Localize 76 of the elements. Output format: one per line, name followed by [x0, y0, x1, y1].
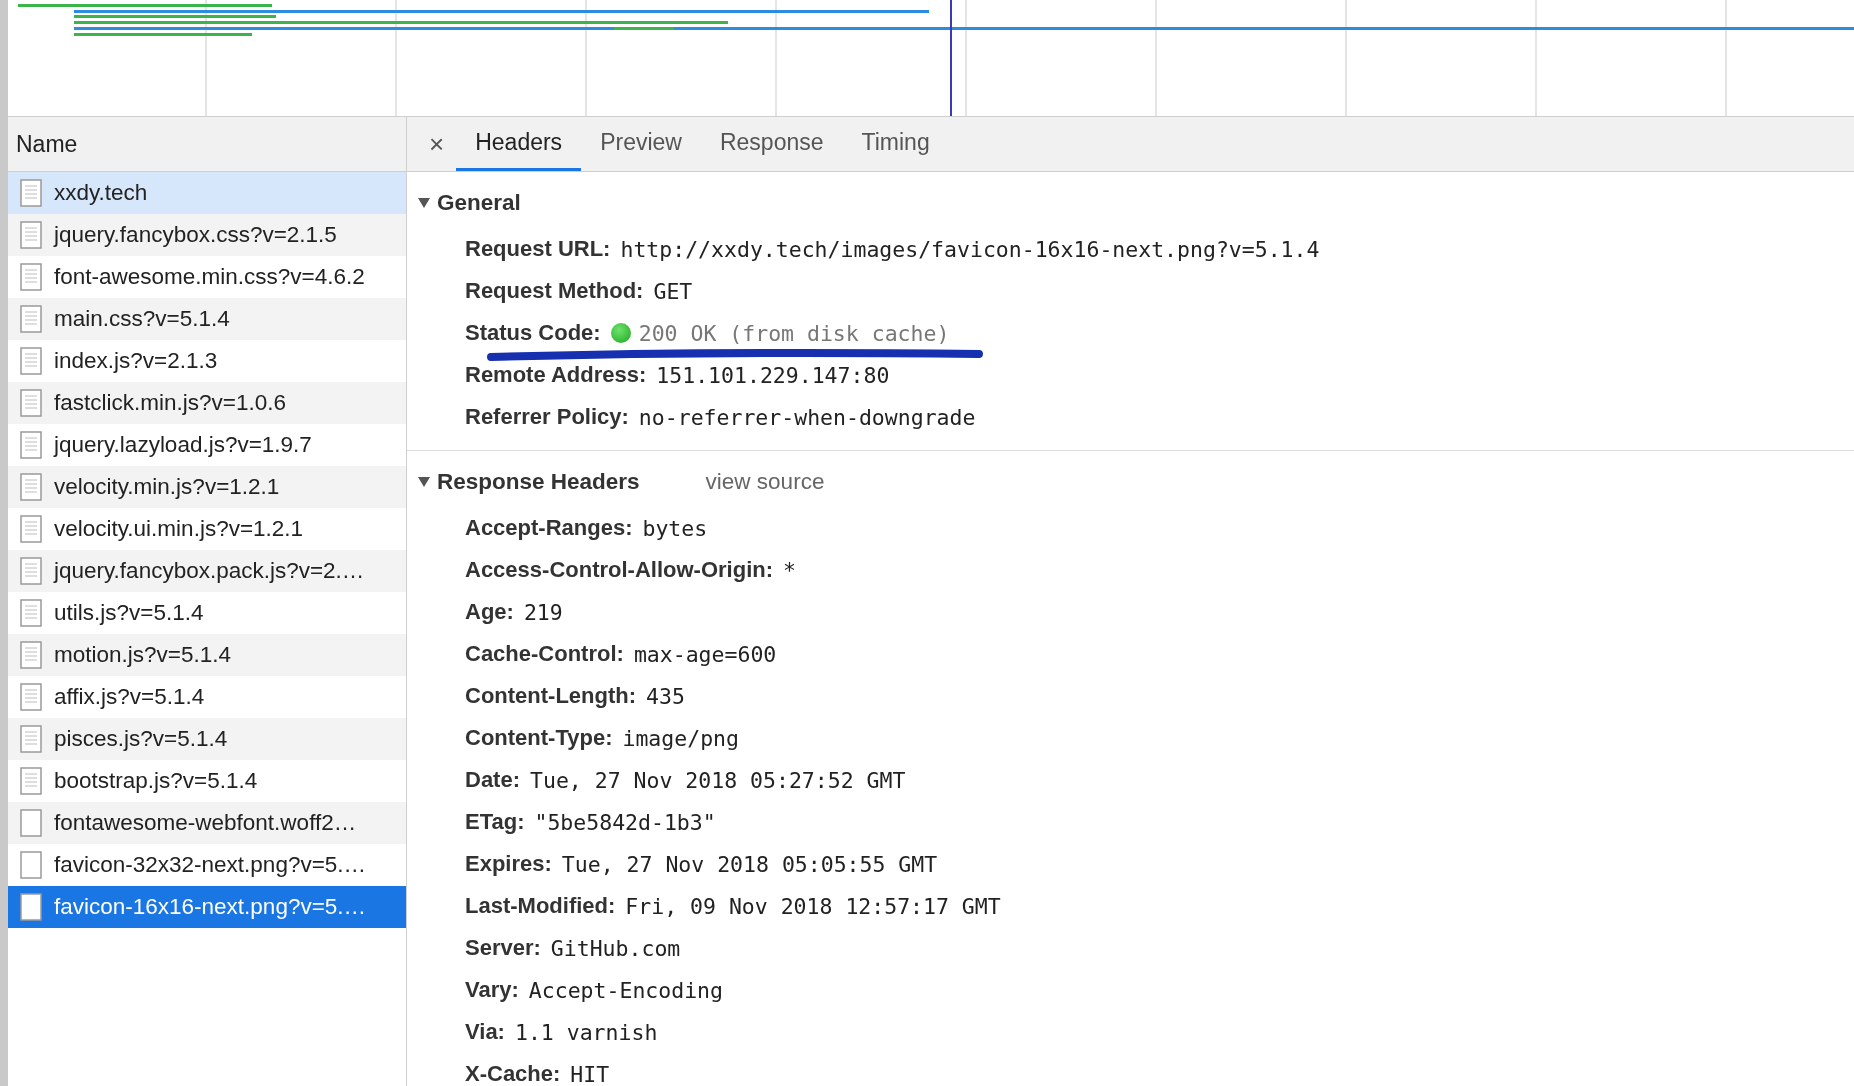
header-value: bytes [642, 515, 708, 541]
header-value: Accept-Encoding [528, 977, 723, 1003]
header-value: max-age=600 [633, 641, 777, 667]
header-value: image/png [622, 725, 739, 751]
column-header[interactable]: Name [8, 117, 406, 172]
close-button[interactable]: × [417, 117, 457, 171]
status-dot-icon [610, 323, 631, 343]
tab[interactable]: Timing [842, 117, 949, 171]
request-row[interactable]: main.css?v=5.1.4 [8, 298, 406, 340]
header-name: Date: [465, 767, 520, 793]
document-icon [20, 179, 42, 207]
header-name: Request Method: [465, 278, 644, 304]
header-name: X-Cache: [465, 1061, 561, 1086]
file-icon [20, 809, 42, 837]
request-row[interactable]: fastclick.min.js?v=1.0.6 [8, 382, 406, 424]
request-row[interactable]: motion.js?v=5.1.4 [8, 634, 406, 676]
header-value: 200 OK (from disk cache) [638, 320, 950, 346]
header-value: GitHub.com [550, 935, 681, 961]
request-row[interactable]: favicon-16x16-next.png?v=5.… [8, 886, 406, 928]
view-source-link[interactable]: view source [705, 469, 825, 495]
header-name: Request URL: [465, 236, 611, 262]
section-title[interactable]: Response Headers [437, 469, 640, 495]
request-row[interactable]: xxdy.tech [8, 172, 406, 214]
header-name: ETag: [465, 809, 525, 835]
header-name: Content-Length: [465, 683, 637, 709]
header-name: Expires: [465, 851, 552, 877]
header-value: 435 [646, 683, 685, 709]
document-icon [20, 641, 42, 669]
request-row[interactable]: jquery.fancybox.pack.js?v=2.… [8, 550, 406, 592]
document-icon [20, 557, 42, 585]
header-name: Via: [465, 1019, 505, 1045]
document-icon [20, 221, 42, 249]
file-icon [20, 893, 42, 921]
document-icon [20, 263, 42, 291]
request-row[interactable]: pisces.js?v=5.1.4 [8, 718, 406, 760]
header-name: Server: [465, 935, 541, 961]
header-value: no-referrer-when-downgrade [638, 404, 976, 430]
document-icon [20, 347, 42, 375]
header-value: GET [653, 278, 693, 304]
file-icon [20, 851, 42, 879]
header-name: Last-Modified: [465, 893, 616, 919]
header-name: Access-Control-Allow-Origin: [465, 557, 773, 583]
header-value: Tue, 27 Nov 2018 05:27:52 GMT [530, 767, 906, 793]
document-icon [20, 431, 42, 459]
header-name: Content-Type: [465, 725, 613, 751]
document-icon [20, 515, 42, 543]
document-icon [20, 599, 42, 627]
request-row[interactable]: velocity.min.js?v=1.2.1 [8, 466, 406, 508]
request-row[interactable]: jquery.fancybox.css?v=2.1.5 [8, 214, 406, 256]
header-name: Vary: [465, 977, 519, 1003]
tab[interactable]: Headers [456, 117, 582, 171]
header-name: Accept-Ranges: [465, 515, 633, 541]
header-value: http://xxdy.tech/images/favicon-16x16-next.png?v=5.1.4 [620, 236, 1320, 262]
document-icon [20, 767, 42, 795]
header-value: 1.1 varnish [514, 1019, 658, 1045]
request-row[interactable]: fontawesome-webfont.woff2… [8, 802, 406, 844]
document-icon [20, 473, 42, 501]
section-title[interactable]: General [437, 190, 521, 216]
header-name: Cache-Control: [465, 641, 624, 667]
header-value: Tue, 27 Nov 2018 05:05:55 GMT [561, 851, 938, 877]
header-value: HIT [570, 1061, 610, 1086]
document-icon [20, 389, 42, 417]
header-name: Referrer Policy: [465, 404, 629, 430]
tab[interactable]: Response [700, 117, 843, 171]
header-value: 151.101.229.147:80 [656, 362, 890, 388]
document-icon [20, 305, 42, 333]
header-value: * [783, 557, 796, 583]
header-name: Status Code: [465, 320, 601, 346]
tab[interactable]: Preview [581, 117, 701, 171]
header-value: Fri, 09 Nov 2018 12:57:17 GMT [625, 893, 1001, 919]
header-value: 219 [523, 599, 563, 625]
document-icon [20, 683, 42, 711]
header-name: Remote Address: [465, 362, 647, 388]
header-value: "5be5842d-1b3" [534, 809, 716, 835]
header-name: Age: [465, 599, 514, 625]
document-icon [20, 725, 42, 753]
